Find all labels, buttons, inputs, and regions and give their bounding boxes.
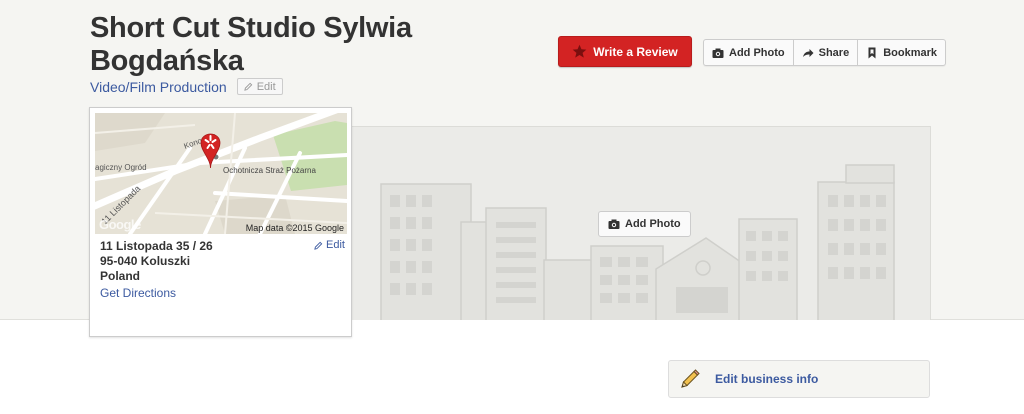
edit-business-info-label: Edit business info (715, 372, 819, 386)
edit-business-info-button[interactable]: Edit business info (668, 360, 930, 398)
address-line-2: 95-040 Koluszki (100, 254, 191, 268)
pencil-icon (681, 369, 700, 388)
business-title: Short Cut Studio Sylwia Bogdańska (90, 12, 412, 77)
photo-placeholder: Add Photo (345, 126, 931, 320)
camera-icon (608, 219, 620, 229)
add-photo-placeholder-button[interactable]: Add Photo (598, 211, 691, 237)
write-review-label: Write a Review (593, 44, 678, 59)
edit-category-button[interactable]: Edit (236, 78, 283, 95)
category-link[interactable]: Video/Film Production (90, 79, 227, 95)
address-line-3: Poland (100, 269, 141, 283)
pencil-icon (244, 82, 252, 91)
add-photo-label: Add Photo (729, 46, 785, 59)
map-label-straz: Ochotnicza Straż Pożarna (223, 166, 316, 175)
share-button[interactable]: Share (794, 40, 859, 65)
pencil-icon (314, 241, 323, 250)
edit-address-label: Edit (326, 239, 345, 251)
bookmark-button[interactable]: Bookmark (858, 40, 945, 65)
edit-category-label: Edit (256, 80, 276, 93)
star-icon (572, 44, 587, 58)
edit-address-button[interactable]: Edit (314, 239, 345, 251)
map-view[interactable]: Konopnic agiczny Ogród 11 Listopada Ocho… (95, 113, 347, 234)
camera-icon (712, 48, 724, 58)
map-label-ogrod: agiczny Ogród (95, 163, 147, 172)
share-arrow-icon (802, 48, 814, 57)
map-card: Konopnic agiczny Ogród 11 Listopada Ocho… (89, 107, 352, 337)
business-actions: Add Photo Share Bookmark (703, 39, 946, 66)
bookmark-icon (868, 47, 876, 58)
address-line-1: 11 Listopada 35 / 26 (100, 239, 213, 253)
share-label: Share (818, 46, 850, 59)
add-photo-placeholder-label: Add Photo (625, 218, 681, 230)
add-photo-button[interactable]: Add Photo (704, 40, 794, 65)
map-credit: Map data ©2015 Google (245, 223, 344, 233)
bookmark-label: Bookmark (883, 46, 937, 59)
google-logo: Google (99, 217, 141, 232)
category-row: Video/Film Production Edit (90, 78, 283, 95)
map-tiles: Konopnic agiczny Ogród 11 Listopada Ocho… (95, 113, 347, 234)
write-review-button[interactable]: Write a Review (558, 36, 692, 67)
get-directions-link[interactable]: Get Directions (100, 286, 176, 300)
